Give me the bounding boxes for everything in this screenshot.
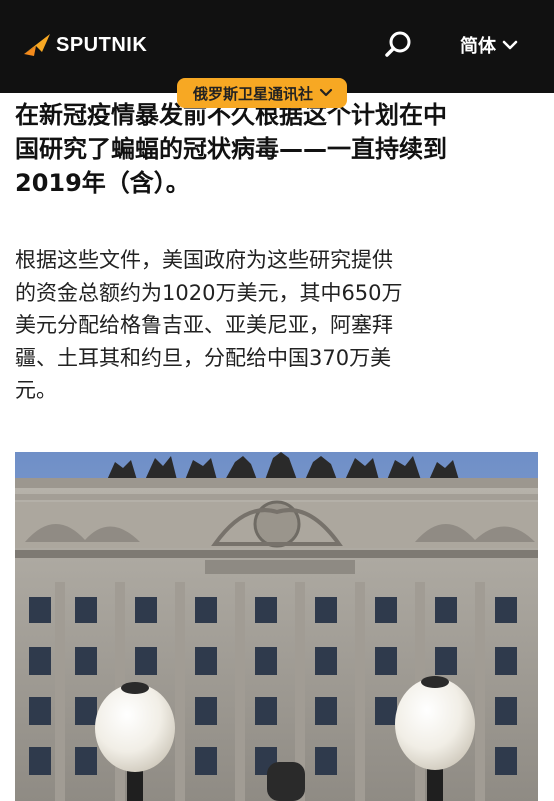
article-paragraph: 根据这些文件，美国政府为这些研究提供 的资金总额约为1020万美元，其中650万… (15, 244, 537, 407)
edition-badge[interactable]: 俄罗斯卫星通讯社 (177, 78, 348, 108)
chevron-down-icon (319, 88, 333, 97)
heading-line: 2019年（含）。 (15, 169, 190, 197)
paragraph-line: 疆、土耳其和约旦，分配给中国370万美 (15, 345, 392, 370)
heading-line: 国研究了蝙蝠的冠状病毒——一直持续到 (15, 135, 447, 163)
sputnik-logo[interactable]: SPUTNIK (22, 30, 147, 60)
paragraph-line: 根据这些文件，美国政府为这些研究提供 (15, 248, 393, 272)
search-icon (385, 31, 411, 57)
search-button[interactable] (384, 30, 414, 60)
language-label: 简体 (460, 36, 496, 57)
building-photo-illustration (15, 452, 538, 801)
language-select[interactable]: 简体 (460, 32, 518, 58)
logo-text: SPUTNIK (56, 33, 148, 56)
paragraph-line: 的资金总额约为1020万美元，其中650万 (15, 280, 403, 305)
paragraph-line: 元。 (15, 378, 57, 402)
article-photo (15, 452, 538, 801)
article-heading: 在新冠疫情暴发前不久根据这个计划在中 国研究了蝙蝠的冠状病毒——一直持续到 20… (15, 98, 537, 200)
paragraph-line: 美元分配给格鲁吉亚、亚美尼亚，阿塞拜 (15, 313, 393, 337)
sputnik-logo-icon (24, 34, 50, 56)
edition-badge-label: 俄罗斯卫星通讯社 (193, 84, 314, 103)
chevron-down-icon (502, 40, 518, 50)
